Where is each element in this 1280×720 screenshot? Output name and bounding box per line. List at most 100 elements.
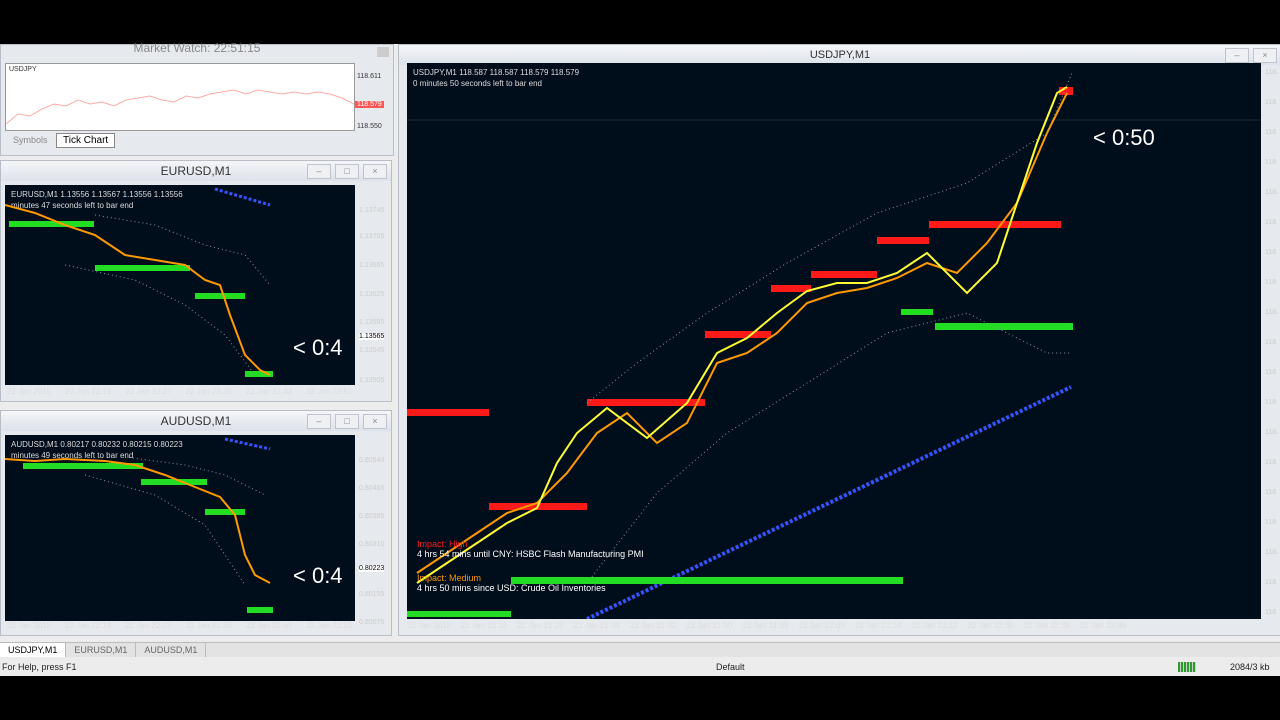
tab-usdjpy[interactable]: USDJPY,M1 — [0, 643, 67, 657]
audusd-chart[interactable]: AUDUSD,M1 0.80217 0.80232 0.80215 0.8022… — [5, 435, 355, 621]
market-watch-window: Market Watch: 22:51:15 USDJPY 118.611 11… — [0, 41, 394, 156]
minimize-button[interactable]: – — [307, 414, 331, 429]
tab-tick-chart[interactable]: Tick Chart — [56, 133, 116, 148]
xtick: 22 Jan 22:27 — [125, 387, 172, 396]
close-icon[interactable] — [377, 47, 389, 57]
resistance-level — [407, 409, 489, 416]
xtick: 22 Jan 22:38 — [1023, 621, 1070, 630]
resistance-level — [929, 221, 1061, 228]
ytick: 118. — [1265, 429, 1279, 436]
price-high: 118.611 — [357, 73, 382, 80]
ytick: 1.13705 — [359, 233, 385, 240]
usdjpy-chart[interactable]: USDJPY,M1 118.587 118.587 118.579 118.57… — [407, 63, 1261, 619]
tab-eurusd[interactable]: EURUSD,M1 — [66, 643, 137, 657]
ytick: 1.13545 — [359, 347, 385, 354]
xtick: 22 Jan 2015 — [407, 621, 452, 630]
usdjpy-xaxis: 22 Jan 2015 22 Jan 21:18 22 Jan 21:26 22… — [407, 621, 1136, 630]
chart-tabs: USDJPY,M1 EURUSD,M1 AUDUSD,M1 — [0, 642, 1280, 657]
eurusd-xaxis: 22 Jan 2015 22 Jan 22:19 22 Jan 22:27 22… — [7, 387, 366, 396]
tick-line — [6, 89, 354, 125]
trend-line — [586, 385, 1072, 619]
eurusd-yaxis: 1.13745 1.13705 1.13665 1.13625 1.13585 … — [359, 205, 389, 395]
eurusd-window: EURUSD,M1 – □ × EURUSD,M1 1.13556 1.1356… — [0, 160, 392, 402]
ytick: 118. — [1265, 129, 1279, 136]
maximize-button[interactable]: □ — [335, 164, 359, 179]
xtick: 22 Jan 22:06 — [798, 621, 845, 630]
ytick: 1.13625 — [359, 291, 385, 298]
annotation2-label: Impact: Medium — [417, 573, 482, 583]
support-level — [901, 309, 933, 315]
ytick: 118. — [1265, 549, 1279, 556]
maximize-button[interactable]: □ — [335, 414, 359, 429]
tab-symbols[interactable]: Symbols — [7, 134, 54, 146]
usdjpy-titlebar[interactable]: USDJPY,M1 — [399, 45, 1280, 65]
tab-audusd[interactable]: AUDUSD,M1 — [136, 643, 207, 657]
status-profile: Default — [716, 662, 745, 672]
ytick-current: 0.80223 — [359, 565, 385, 572]
xtick: 22 Jan 21:34 — [573, 621, 620, 630]
tick-yaxis: 118.611 118.579 118.550 — [355, 63, 391, 130]
xtick: 22 Jan 22:43 — [245, 621, 293, 630]
annotation2-text: 4 hrs 50 mins since USD: Crude Oil Inven… — [417, 583, 606, 593]
xtick: 22 Jan 22:35 — [185, 621, 232, 630]
ytick: 118. — [1265, 519, 1279, 526]
ytick: 118. — [1265, 159, 1279, 166]
annotation1-text: 4 hrs 54 mins until CNY: HSBC Flash Manu… — [417, 549, 644, 559]
ytick: 118. — [1265, 219, 1279, 226]
ytick: 1.13665 — [359, 262, 385, 269]
ytick: 118. — [1265, 309, 1279, 316]
ytick: 118. — [1265, 489, 1279, 496]
close-button[interactable]: × — [1253, 48, 1277, 63]
audusd-window: AUDUSD,M1 – □ × AUDUSD,M1 0.80217 0.8023… — [0, 410, 392, 636]
minimize-button[interactable]: – — [1225, 48, 1249, 63]
ytick: 118. — [1265, 279, 1279, 286]
minimize-button[interactable]: – — [307, 164, 331, 179]
audusd-window-controls: – □ × — [307, 414, 387, 429]
usdjpy-timer: < 0:50 — [1093, 125, 1155, 150]
status-help: For Help, press F1 — [2, 662, 77, 672]
eurusd-title: EURUSD,M1 — [160, 164, 232, 178]
audusd-plot — [5, 437, 273, 613]
usdjpy-window-controls: – × — [1225, 48, 1277, 63]
support-level — [935, 323, 1073, 330]
xtick: 22 Jan 21:26 — [517, 621, 564, 630]
ytick: 118. — [1265, 579, 1279, 586]
terminal-window: Market Watch: 22:51:15 USDJPY 118.611 11… — [0, 41, 1280, 676]
eurusd-timer: < 0:4 — [293, 335, 343, 360]
xtick: 22 Jan 2015 — [7, 621, 52, 630]
eurusd-chart[interactable]: EURUSD,M1 1.13556 1.13567 1.13556 1.1355… — [5, 185, 355, 385]
xtick: 22 Jan 2015 — [7, 387, 52, 396]
connection-bars-icon — [1178, 662, 1196, 672]
price-current: 118.579 — [355, 101, 384, 108]
ytick: 1.13585 — [359, 319, 385, 326]
annotation-impact-high: Impact: High 4 hrs 54 mins until CNY: HS… — [417, 539, 644, 559]
ytick: 0.80385 — [359, 513, 385, 520]
xtick: 22 Jan 22:22 — [911, 621, 958, 630]
ytick: 118. — [1265, 339, 1279, 346]
tick-chart: USDJPY — [5, 63, 355, 131]
ytick: 118. — [1265, 99, 1279, 106]
ytick: 1.13745 — [359, 207, 385, 214]
xtick: 22 Jan 21:50 — [686, 621, 733, 630]
annotation1-label: Impact: High — [417, 539, 468, 549]
usdjpy-yaxis: 118. 118. 118. 118. 118. 118. 118. 118. … — [1265, 65, 1280, 621]
usdjpy-window: USDJPY,M1 – × USDJPY,M1 118.587 118.587 … — [398, 44, 1280, 636]
close-button[interactable]: × — [363, 164, 387, 179]
ytick: 0.80155 — [359, 591, 385, 598]
close-button[interactable]: × — [363, 414, 387, 429]
resistance-level — [705, 331, 771, 338]
xtick: 22 Jan 22:43 — [245, 387, 293, 396]
xtick: 22 Jan 22:35 — [185, 387, 232, 396]
bollinger-upper — [586, 72, 1073, 404]
xtick: 22 Jan 22:30 — [967, 621, 1014, 630]
xtick: 22 Jan 22:51 — [306, 387, 353, 396]
ytick-current: 1.13565 — [359, 333, 385, 340]
annotation-impact-medium: Impact: Medium 4 hrs 50 mins since USD: … — [417, 573, 606, 593]
status-bar: For Help, press F1 Default 2084/3 kb — [0, 660, 1280, 674]
ytick: 118. — [1265, 249, 1279, 256]
ytick: 0.80540 — [359, 457, 385, 464]
xtick: 22 Jan 22:19 — [65, 387, 112, 396]
audusd-xaxis: 22 Jan 2015 22 Jan 22:19 22 Jan 22:27 22… — [7, 621, 366, 630]
ytick: 118. — [1265, 189, 1279, 196]
eurusd-window-controls: – □ × — [307, 164, 387, 179]
